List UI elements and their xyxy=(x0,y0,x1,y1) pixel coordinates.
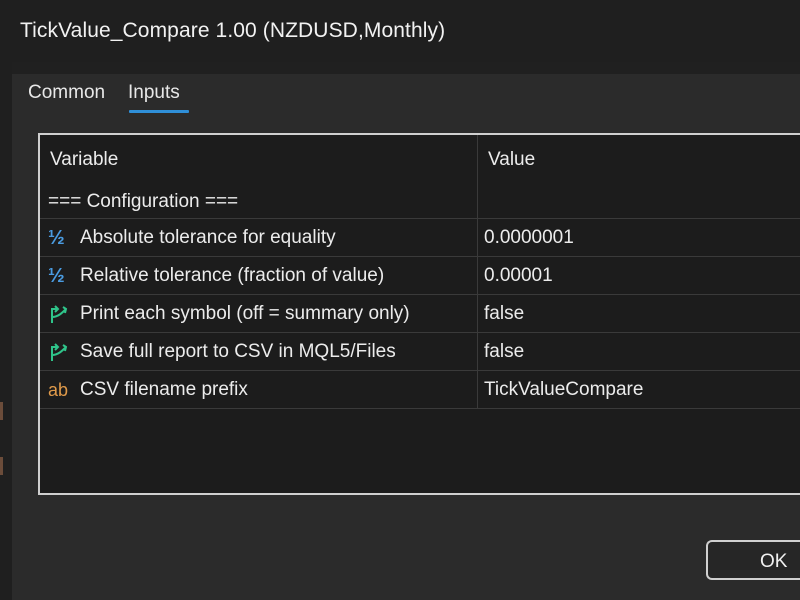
variable-cell: ab CSV filename prefix xyxy=(40,371,478,408)
window-titlebar: TickValue_Compare 1.00 (NZDUSD,Monthly) xyxy=(0,0,800,62)
table-row[interactable]: Print each symbol (off = summary only) f… xyxy=(40,295,800,333)
header-value-cell: Value xyxy=(478,135,800,218)
value-cell[interactable]: false xyxy=(478,295,800,332)
header-variable-cell: Variable === Configuration === xyxy=(40,135,478,218)
string-ab-icon: ab xyxy=(48,380,69,400)
value-text[interactable]: TickValueCompare xyxy=(484,379,643,401)
variable-name: Relative tolerance (fraction of value) xyxy=(80,265,385,286)
dialog-body: Common Inputs Variable === Configuration… xyxy=(12,74,800,600)
table-row[interactable]: ½ Absolute tolerance for equality 0.0000… xyxy=(40,219,800,257)
table-row[interactable]: ab CSV filename prefix TickValueCompare xyxy=(40,371,800,409)
column-header-value: Value xyxy=(488,149,536,170)
value-cell[interactable]: TickValueCompare xyxy=(478,371,800,408)
value-text[interactable]: 0.00001 xyxy=(484,265,553,287)
left-edge-strip xyxy=(0,62,12,600)
value-cell[interactable]: 0.0000001 xyxy=(478,219,800,256)
value-cell[interactable]: false xyxy=(478,333,800,370)
active-tab-indicator xyxy=(129,110,189,113)
table-row[interactable]: ½ Relative tolerance (fraction of value)… xyxy=(40,257,800,295)
fraction-half-icon: ½ xyxy=(48,227,65,249)
variable-name: CSV filename prefix xyxy=(80,379,248,400)
value-cell[interactable]: 0.00001 xyxy=(478,257,800,294)
bool-arrow-icon xyxy=(48,303,72,325)
ok-button-label: OK xyxy=(760,551,788,572)
section-label: === Configuration === xyxy=(48,191,239,212)
variable-name: Save full report to CSV in MQL5/Files xyxy=(80,341,396,362)
window-title: TickValue_Compare 1.00 (NZDUSD,Monthly) xyxy=(20,19,446,42)
tab-common[interactable]: Common xyxy=(28,82,105,104)
variable-cell: ½ Absolute tolerance for equality xyxy=(40,219,478,256)
variable-name: Print each symbol (off = summary only) xyxy=(80,303,410,324)
tab-inputs[interactable]: Inputs xyxy=(128,82,180,104)
value-text[interactable]: false xyxy=(484,303,524,325)
ok-button[interactable]: OK xyxy=(706,540,800,580)
grid-header: Variable === Configuration === Value xyxy=(40,135,800,219)
edge-marker xyxy=(0,457,3,475)
edge-marker xyxy=(0,402,3,420)
variable-cell: ½ Relative tolerance (fraction of value) xyxy=(40,257,478,294)
table-row[interactable]: Save full report to CSV in MQL5/Files fa… xyxy=(40,333,800,371)
value-text[interactable]: false xyxy=(484,341,524,363)
variable-cell: Print each symbol (off = summary only) xyxy=(40,295,478,332)
fraction-half-icon: ½ xyxy=(48,265,65,287)
column-header-variable: Variable xyxy=(50,149,119,170)
variable-cell: Save full report to CSV in MQL5/Files xyxy=(40,333,478,370)
value-text[interactable]: 0.0000001 xyxy=(484,227,574,249)
bool-arrow-icon xyxy=(48,341,72,363)
variable-name: Absolute tolerance for equality xyxy=(80,227,336,248)
inputs-grid: Variable === Configuration === Value ½ A… xyxy=(38,133,800,495)
